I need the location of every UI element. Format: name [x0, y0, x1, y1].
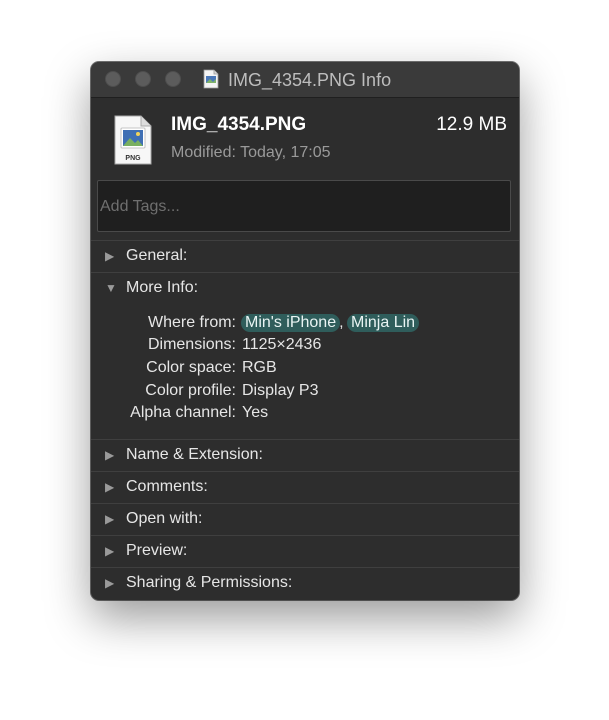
close-window-button[interactable]: [105, 71, 121, 87]
tags-field[interactable]: [97, 180, 511, 232]
color-space-value: RGB: [242, 359, 277, 376]
file-size: 12.9 MB: [436, 114, 507, 135]
where-from-chip[interactable]: Minja Lin: [347, 314, 420, 332]
dimensions-value: 1125×2436: [242, 336, 322, 353]
file-type-label: PNG: [125, 155, 141, 162]
disclosure-collapsed-icon[interactable]: ▶: [105, 576, 117, 590]
disclosure-collapsed-icon[interactable]: ▶: [105, 512, 117, 526]
color-profile-row: Color profile: Display P3: [91, 382, 519, 404]
color-space-label: Color space:: [146, 359, 236, 376]
color-space-row: Color space: RGB: [91, 359, 519, 381]
minimize-window-button[interactable]: [135, 71, 151, 87]
where-from-label: Where from:: [147, 314, 236, 331]
disclosure-collapsed-icon[interactable]: ▶: [105, 448, 117, 462]
window-title: IMG_4354.PNG Info: [228, 70, 392, 90]
where-from-separator: ,: [339, 314, 344, 331]
alpha-channel-row: Alpha channel: Yes: [91, 404, 519, 426]
section-label-general: General:: [126, 247, 188, 264]
file-name: IMG_4354.PNG: [171, 114, 307, 135]
color-profile-label: Color profile:: [145, 382, 236, 399]
zoom-window-button[interactable]: [165, 71, 181, 87]
where-from-values: Min's iPhone, Minja Lin: [241, 314, 420, 332]
disclosure-expanded-icon[interactable]: ▼: [105, 281, 117, 295]
info-window: IMG_4354.PNG Info PNG IMG_4354.PNG 12.9 …: [91, 62, 519, 600]
section-name-extension[interactable]: ▶ Name & Extension:: [91, 439, 519, 471]
where-from-row: Where from: Min's iPhone, Minja Lin: [91, 314, 519, 336]
disclosure-collapsed-icon[interactable]: ▶: [105, 480, 117, 494]
section-comments[interactable]: ▶ Comments:: [91, 471, 519, 503]
dimensions-row: Dimensions: 1125×2436: [91, 336, 519, 358]
section-label-preview: Preview:: [126, 542, 188, 559]
alpha-channel-label: Alpha channel:: [130, 404, 236, 421]
section-preview[interactable]: ▶ Preview:: [91, 535, 519, 567]
where-from-chip[interactable]: Min's iPhone: [241, 314, 341, 332]
section-label-sharing: Sharing & Permissions:: [126, 574, 293, 591]
section-general[interactable]: ▶ General:: [91, 240, 519, 272]
section-open-with[interactable]: ▶ Open with:: [91, 503, 519, 535]
section-label-more-info: More Info:: [126, 279, 199, 296]
dimensions-label: Dimensions:: [147, 336, 236, 353]
title-bar[interactable]: IMG_4354.PNG Info: [91, 62, 519, 98]
disclosure-collapsed-icon[interactable]: ▶: [105, 544, 117, 558]
tags-input[interactable]: [98, 181, 510, 231]
file-header: PNG IMG_4354.PNG 12.9 MB Modified: Today…: [91, 98, 519, 178]
disclosure-collapsed-icon[interactable]: ▶: [105, 249, 117, 263]
color-profile-value: Display P3: [242, 382, 319, 399]
alpha-channel-value: Yes: [242, 404, 269, 421]
modified-date: Modified: Today, 17:05: [171, 144, 331, 161]
section-sharing-permissions[interactable]: ▶ Sharing & Permissions:: [91, 567, 519, 599]
png-document-icon: PNG: [114, 115, 152, 165]
section-label-comments: Comments:: [126, 478, 208, 495]
png-file-icon: [203, 69, 219, 89]
section-label-name-extension: Name & Extension:: [126, 446, 263, 463]
section-label-open-with: Open with:: [126, 510, 203, 527]
